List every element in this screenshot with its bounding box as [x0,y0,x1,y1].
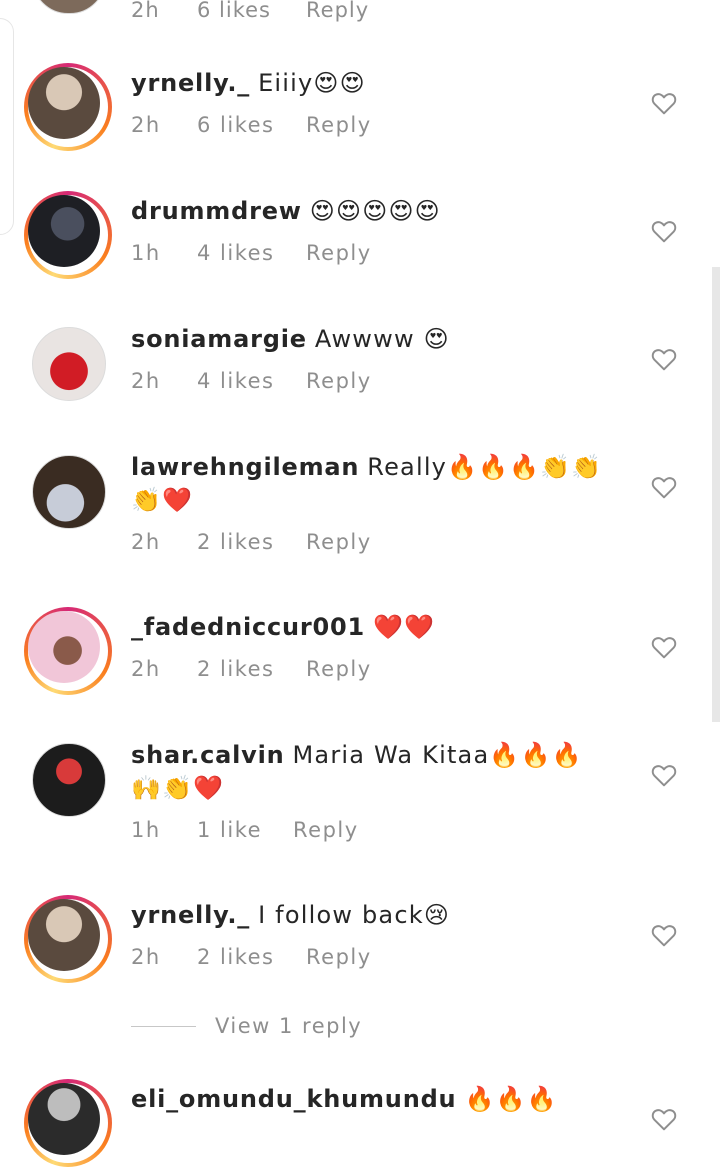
avatar[interactable] [28,67,100,139]
comment-time: 1h [131,241,161,265]
heart-outline-icon[interactable] [651,91,677,115]
comment-text: eli_omundu_khumundu 🔥🔥🔥 [131,1083,611,1116]
comment-body: Eiiiy😍😍 [258,69,366,97]
heart-outline-icon[interactable] [651,635,677,659]
comment-text: shar.calvin Maria Wa Kitaa🔥🔥🔥🙌👏❤️ [131,739,611,805]
comment-meta: 2h 4 likes Reply [131,369,372,393]
reply-link[interactable]: Reply [306,369,372,393]
heart-outline-icon[interactable] [651,923,677,947]
reply-link[interactable]: Reply [306,657,372,681]
comment-meta: 2h 2 likes Reply [131,530,372,554]
comment-body: Awwww 😍 [314,325,450,353]
story-ring[interactable] [24,895,112,983]
comment-body: I follow back😢 [258,901,451,929]
username-link[interactable]: lawrehngileman [131,453,359,481]
username-link[interactable]: _fadedniccur001 [131,613,365,641]
story-ring[interactable] [24,191,112,279]
avatar[interactable] [32,327,106,401]
reply-link[interactable]: Reply [293,818,359,842]
avatar[interactable] [28,899,100,971]
comment-text: soniamargie Awwww 😍 [131,323,611,356]
view-replies-label[interactable]: View 1 reply [215,1014,362,1038]
username-link[interactable]: soniamargie [131,325,307,353]
heart-outline-icon[interactable] [651,763,677,787]
divider [131,1026,196,1027]
side-panel-edge [0,18,14,235]
heart-outline-icon[interactable] [651,475,677,499]
username-link[interactable]: drummdrew [131,197,302,225]
story-ring[interactable] [24,607,112,695]
comment-text: yrnelly._ I follow back😢 [131,899,611,932]
comment-meta: 1h 4 likes Reply [131,241,372,265]
username-link[interactable]: yrnelly._ [131,69,250,97]
partial-comment: 2h 6 likes Reply [0,0,720,22]
story-ring[interactable] [24,63,112,151]
avatar[interactable] [32,743,106,817]
comment-meta: 2h 6 likes Reply [131,113,372,137]
comment-likes[interactable]: 2 likes [197,530,306,554]
comment-time: 2h [131,0,160,22]
comment-time: 2h [131,945,161,969]
username-link[interactable]: shar.calvin [131,741,285,769]
username-link[interactable]: eli_omundu_khumundu [131,1085,456,1113]
comment-meta: 2h 2 likes Reply [131,945,372,969]
comment-likes[interactable]: 2 likes [197,945,306,969]
comment-likes[interactable]: 2 likes [197,657,306,681]
comment-text: _fadedniccur001 ❤️❤️ [131,611,611,644]
comment-meta: 2h 6 likes Reply [131,0,369,22]
avatar[interactable] [32,455,106,529]
comment-time: 2h [131,530,161,554]
comment-time: 2h [131,113,161,137]
comment-time: 1h [131,818,161,842]
comment-meta: 1h 1 like Reply [131,818,359,842]
comment-likes[interactable]: 1 like [197,818,293,842]
comment-text: lawrehngileman Really🔥🔥🔥👏👏👏❤️ [131,451,611,517]
reply-link[interactable]: Reply [306,530,372,554]
comment-body: 🔥🔥🔥 [464,1085,558,1113]
comment-body: ❤️❤️ [373,613,436,641]
comment-likes[interactable]: 6 likes [197,0,306,22]
reply-link[interactable]: Reply [306,241,372,265]
reply-link[interactable]: Reply [306,0,369,22]
comment-likes[interactable]: 6 likes [197,113,306,137]
avatar[interactable] [32,0,106,14]
comment-meta: 2h 2 likes Reply [131,657,372,681]
comment-text: yrnelly._ Eiiiy😍😍 [131,67,611,100]
story-ring[interactable] [24,1079,112,1167]
heart-outline-icon[interactable] [651,219,677,243]
comment-time: 2h [131,657,161,681]
heart-outline-icon[interactable] [651,347,677,371]
heart-outline-icon[interactable] [651,1107,677,1131]
reply-link[interactable]: Reply [306,945,372,969]
scrollbar[interactable] [712,267,720,722]
avatar[interactable] [28,611,100,683]
comment-text: drummdrew 😍😍😍😍😍 [131,195,611,228]
avatar[interactable] [28,195,100,267]
avatar[interactable] [28,1083,100,1155]
comment-body: 😍😍😍😍😍 [309,197,441,225]
view-replies[interactable]: View 1 reply [131,1014,431,1044]
comment-likes[interactable]: 4 likes [197,369,306,393]
username-link[interactable]: yrnelly._ [131,901,250,929]
comment-likes[interactable]: 4 likes [197,241,306,265]
comment-time: 2h [131,369,161,393]
reply-link[interactable]: Reply [306,113,372,137]
